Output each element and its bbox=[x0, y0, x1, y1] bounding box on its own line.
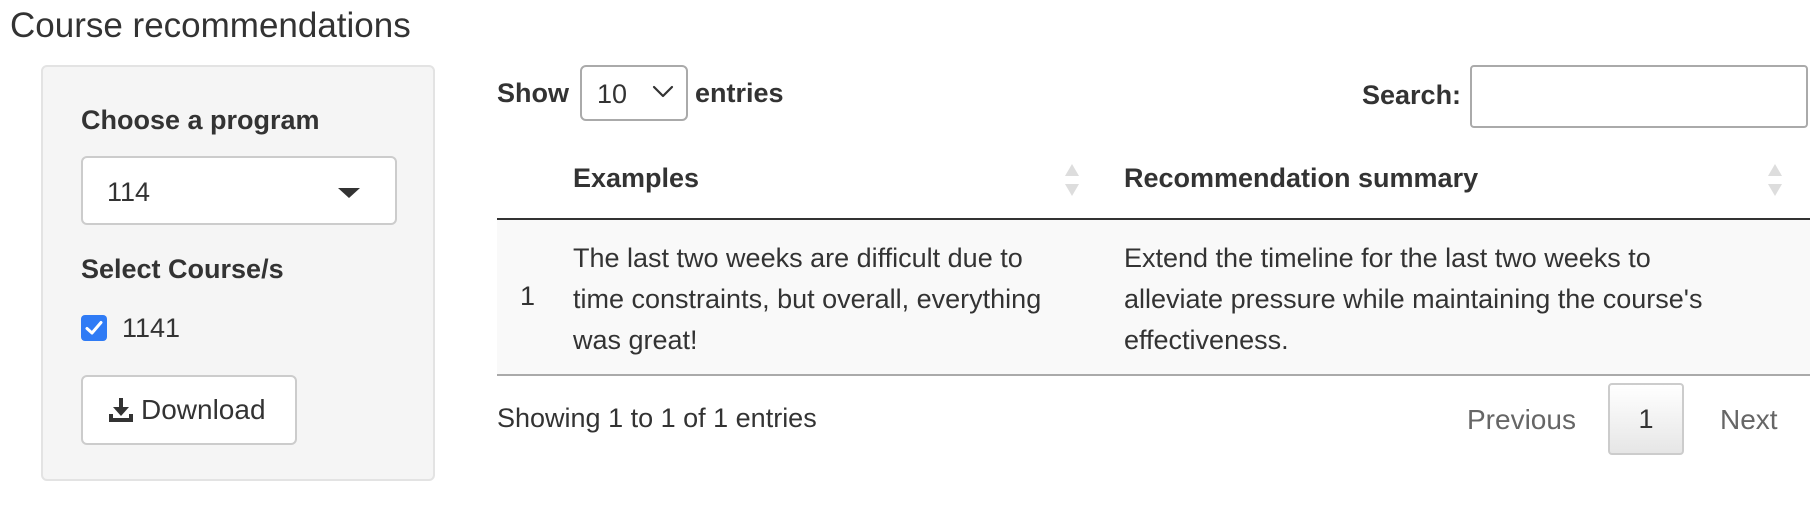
search-input[interactable] bbox=[1470, 65, 1808, 128]
entries-label: entries bbox=[695, 78, 784, 108]
table-info: Showing 1 to 1 of 1 entries bbox=[497, 403, 817, 433]
chevron-down-icon bbox=[652, 85, 674, 98]
cell-line: Extend the timeline for the last two wee… bbox=[1124, 243, 1651, 273]
checkbox-checked-icon[interactable] bbox=[81, 315, 107, 341]
cell-example: The last two weeks are difficult due to … bbox=[573, 238, 1041, 361]
entries-length-value: 10 bbox=[597, 79, 628, 109]
course-checkbox-label: 1141 bbox=[122, 312, 181, 343]
cell-recommendation-summary: Extend the timeline for the last two wee… bbox=[1124, 238, 1702, 361]
sort-icon[interactable] bbox=[1063, 162, 1081, 198]
cell-line: was great! bbox=[573, 325, 698, 355]
cell-line: The last two weeks are difficult due to bbox=[573, 243, 1023, 273]
search-label: Search: bbox=[1362, 80, 1462, 110]
program-select-value: 114 bbox=[107, 177, 151, 207]
table-bottom-divider bbox=[497, 374, 1810, 376]
cell-line: time constraints, but overall, everythin… bbox=[573, 284, 1042, 314]
pagination-next[interactable]: Next bbox=[1720, 404, 1778, 436]
show-label: Show bbox=[497, 78, 569, 108]
course-checkbox-option[interactable]: 1141 bbox=[81, 310, 180, 346]
program-label: Choose a program bbox=[81, 105, 320, 135]
column-header-recommendation-summary[interactable]: Recommendation summary bbox=[1124, 163, 1478, 194]
download-button[interactable]: Download bbox=[81, 375, 297, 445]
sort-icon[interactable] bbox=[1766, 162, 1784, 198]
pagination-previous[interactable]: Previous bbox=[1467, 404, 1576, 436]
entries-length-select[interactable]: 10 bbox=[580, 65, 688, 121]
cell-line: alleviate pressure while maintaining the… bbox=[1124, 284, 1703, 314]
cell-line: effectiveness. bbox=[1124, 325, 1289, 355]
page-title: Course recommendations bbox=[10, 6, 411, 45]
sidebar-panel: Choose a program 114 Select Course/s 114… bbox=[41, 65, 435, 481]
column-header-examples[interactable]: Examples bbox=[573, 163, 699, 194]
download-label: Download bbox=[141, 394, 266, 425]
download-icon bbox=[109, 398, 133, 422]
row-index: 1 bbox=[520, 281, 536, 311]
program-select[interactable]: 114 bbox=[81, 156, 397, 225]
courses-label: Select Course/s bbox=[81, 254, 284, 284]
pagination-current-page[interactable]: 1 bbox=[1608, 383, 1684, 455]
caret-down-icon bbox=[338, 188, 360, 198]
